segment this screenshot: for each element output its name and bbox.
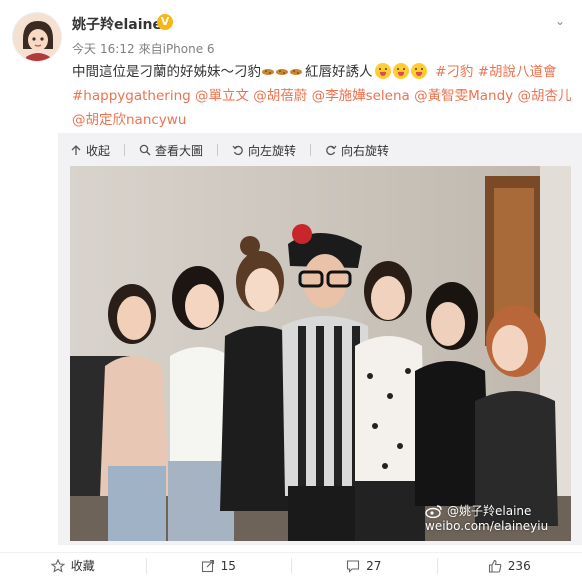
like-button[interactable]: 236	[436, 553, 582, 578]
like-icon	[488, 559, 502, 573]
mention-link[interactable]: @單立文	[195, 88, 249, 104]
post-date[interactable]: 今天	[72, 42, 96, 56]
avatar[interactable]	[12, 12, 62, 62]
tongue-emoji-icon	[374, 63, 391, 79]
leopard-emoji-icon	[262, 69, 302, 75]
weibo-logo-icon	[425, 504, 442, 518]
mention-link[interactable]: @黃智雯Mandy	[414, 88, 513, 104]
post-time[interactable]: 16:12	[100, 42, 135, 56]
rotate-left-button[interactable]: 向左旋转	[232, 142, 296, 159]
tongue-emoji-icon	[410, 63, 427, 79]
comment-icon	[347, 559, 360, 573]
group-photo-image	[70, 166, 571, 541]
mention-link[interactable]: @胡定欣nancywu	[72, 112, 186, 128]
content-text-2: 紅唇好誘人	[305, 64, 373, 80]
favorite-icon	[50, 558, 65, 573]
repost-button[interactable]: 15	[145, 553, 292, 578]
rotate-right-button[interactable]: 向右旋转	[325, 142, 389, 159]
tongue-emoji-icon	[392, 63, 409, 79]
repost-icon	[201, 559, 214, 572]
media-toolbar: 收起 查看大圖 向左旋转 向右旋转	[70, 140, 403, 160]
post-photo[interactable]	[70, 166, 571, 541]
collapse-icon	[71, 145, 81, 155]
username[interactable]: 姚子羚elaine	[72, 14, 162, 34]
collapse-button[interactable]: 收起	[70, 142, 110, 159]
post-meta: 今天 16:12 來自iPhone 6	[72, 40, 219, 57]
favorite-button[interactable]: 收藏	[0, 553, 146, 578]
mention-link[interactable]: @李施嬅selena	[312, 88, 410, 104]
mention-link[interactable]: @胡杏儿	[517, 88, 571, 104]
verified-icon: V	[157, 14, 173, 30]
chevron-down-icon[interactable]: ⌄	[555, 14, 565, 28]
post-source[interactable]: 來自iPhone 6	[139, 42, 215, 56]
post-content: 中間這位是刁蘭的好姊妹～刁豹 紅唇好誘人 #刁豹 #胡說八道會 #happygat…	[72, 60, 577, 132]
content-text-1: 中間這位是刁蘭的好姊妹～刁豹	[72, 64, 261, 80]
zoom-icon	[139, 144, 151, 156]
hashtag-link[interactable]: #刁豹	[435, 64, 473, 80]
hashtag-link[interactable]: #happygathering	[72, 88, 191, 104]
view-large-button[interactable]: 查看大圖	[139, 142, 203, 159]
rotate-left-icon	[232, 145, 243, 156]
weibo-watermark: @姚子羚elaine weibo.com/elaineyiu	[425, 504, 549, 533]
hashtag-link[interactable]: #胡說八道會	[478, 64, 557, 80]
comment-button[interactable]: 27	[291, 553, 437, 578]
action-bar: 收藏 15 27 236	[0, 552, 582, 578]
rotate-right-icon	[326, 145, 337, 156]
mention-link[interactable]: @胡蓓蔚	[253, 88, 307, 104]
